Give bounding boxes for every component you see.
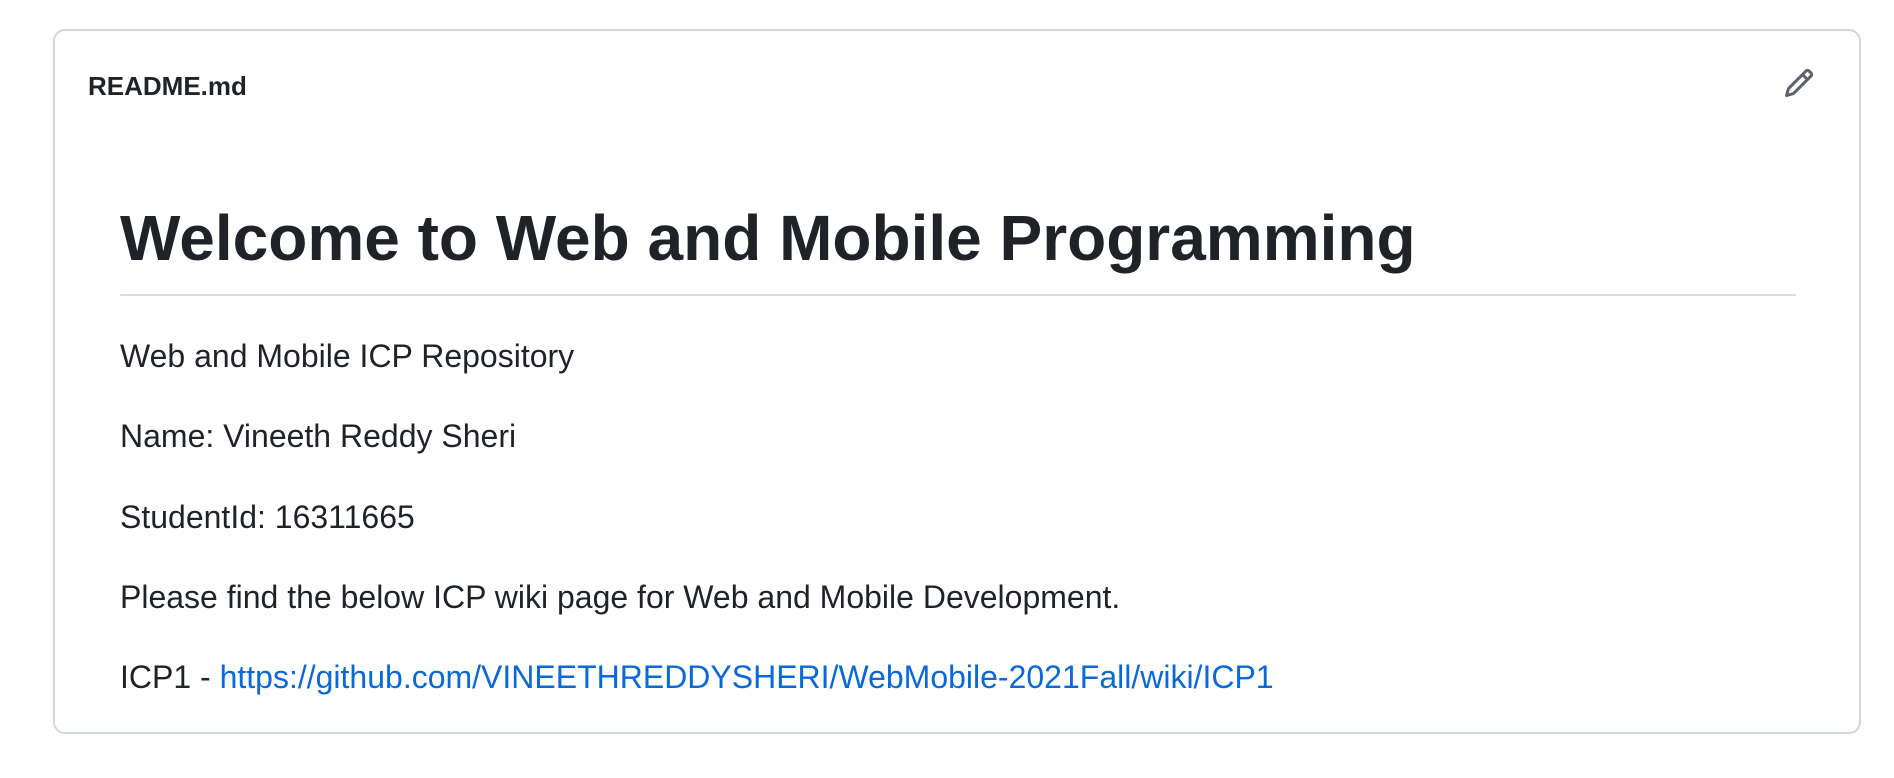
edit-file-button[interactable]: [1775, 59, 1823, 107]
icp1-line: ICP1 - https://github.com/VINEETHREDDYSH…: [120, 661, 1274, 693]
icp1-label: ICP1 -: [120, 659, 220, 695]
icp1-wiki-link[interactable]: https://github.com/VINEETHREDDYSHERI/Web…: [220, 659, 1274, 695]
file-name: README.md: [88, 71, 247, 101]
wiki-instructions: Please find the below ICP wiki page for …: [120, 579, 1121, 615]
readme-header: README.md: [55, 31, 1859, 143]
student-id: StudentId: 16311665: [120, 499, 415, 535]
student-name: Name: Vineeth Reddy Sheri: [120, 418, 517, 454]
page-title: Welcome to Web and Mobile Programming: [120, 143, 1796, 296]
readme-content: Welcome to Web and Mobile Programming We…: [120, 143, 1796, 693]
pencil-icon: [1784, 68, 1814, 98]
readme-panel: README.md Welcome to Web and Mobile Prog…: [53, 29, 1861, 734]
repository-description: Web and Mobile ICP Repository: [120, 338, 575, 374]
